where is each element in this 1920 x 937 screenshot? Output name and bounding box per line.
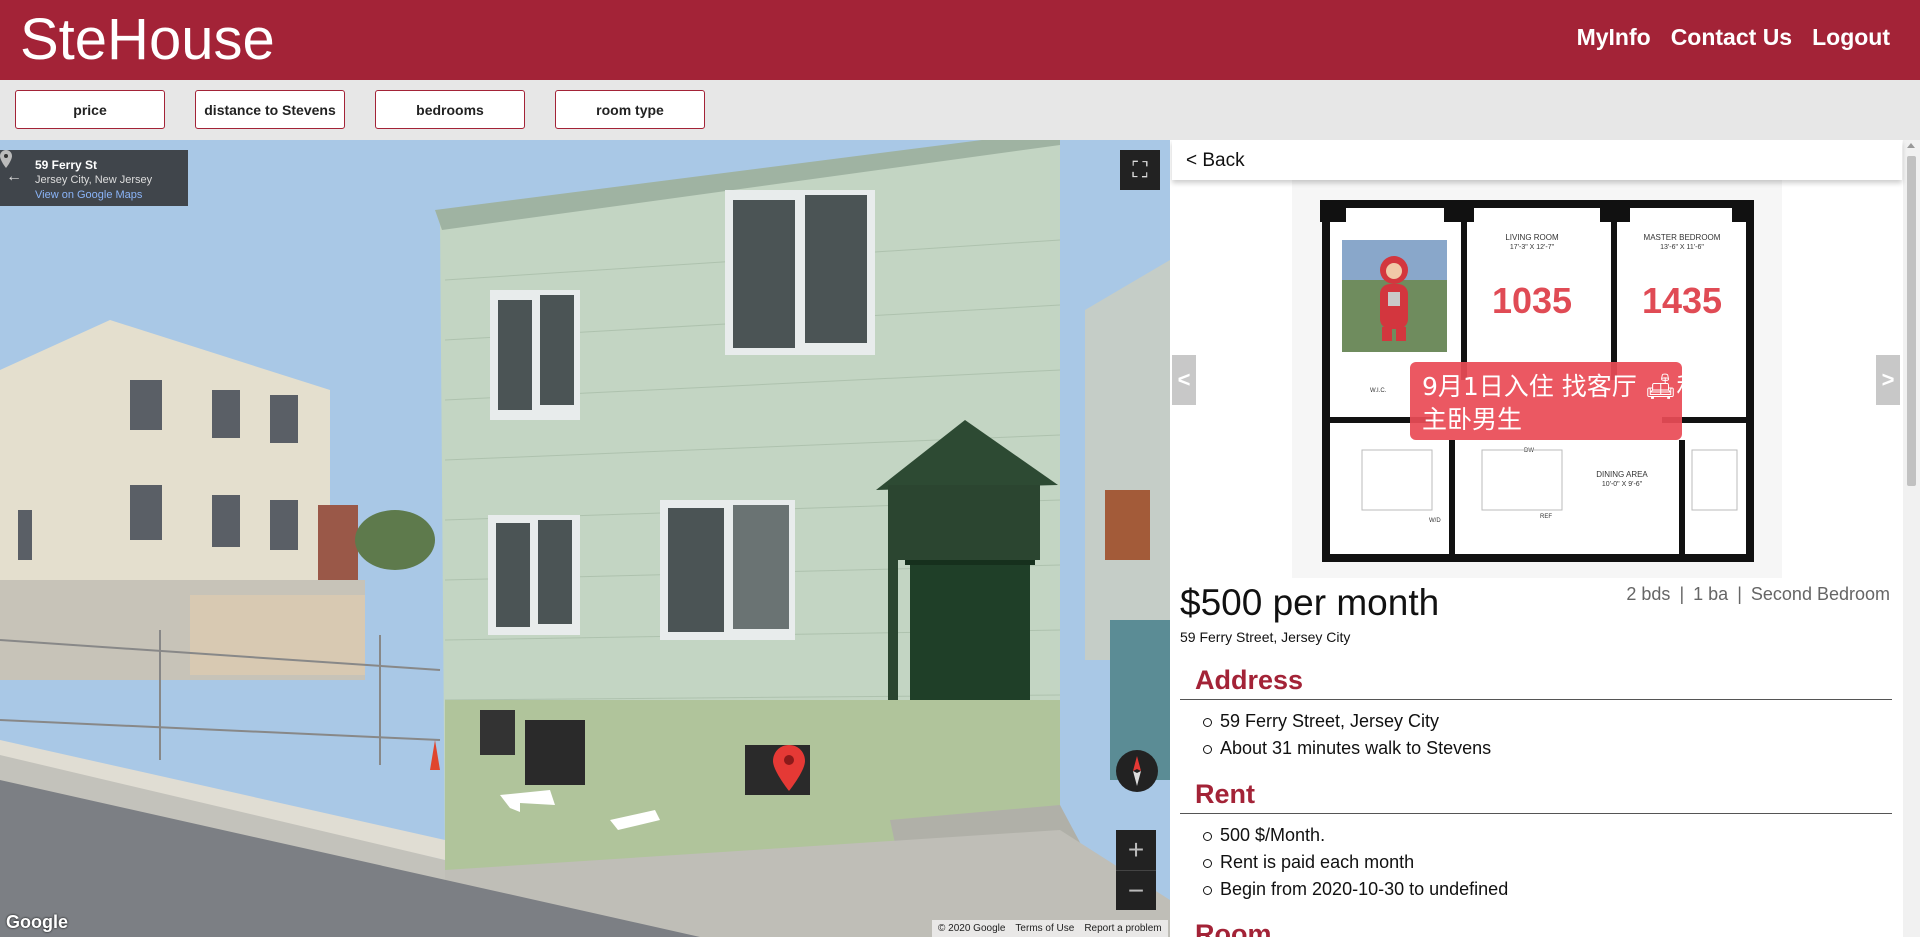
fp-wd-label: W/D [1429,518,1441,524]
carousel-next-button[interactable]: > [1876,355,1900,405]
meta-separator: | [1737,584,1742,604]
section-divider [1180,699,1892,700]
filter-distance-button[interactable]: distance to Stevens [195,90,345,129]
beds-count: 2 bds [1626,584,1671,604]
terms-of-use-link[interactable]: Terms of Use [1015,923,1074,934]
fp-banner-line1: 9月1日入住 找客厅 🛋和 [1422,372,1701,401]
scrollbar-thumb[interactable] [1907,156,1916,486]
back-link[interactable]: < Back [1186,150,1245,172]
floorplan-image[interactable]: LIVING ROOM 17'-3" X 12'-7" MASTER BEDRO… [1292,180,1782,578]
fp-master-label: MASTER BEDROOM [1644,233,1721,242]
google-logo: Google [6,912,68,932]
listing-price: $500 per month [1180,582,1440,623]
fp-master-dims: 13'-6" X 11'-6" [1660,244,1704,251]
fp-wic-label: W.I.C. [1370,388,1387,394]
section-divider [1180,813,1892,814]
street-view-footer: © 2020 Google Terms of Use Report a prob… [932,920,1168,937]
nav-myinfo-link[interactable]: MyInfo [1577,24,1651,51]
baths-count: 1 ba [1693,584,1729,604]
fp-dining-label: DINING AREA [1596,470,1648,479]
fp-ref-label: REF [1540,514,1552,520]
street-name: 59 Ferry St [35,158,98,172]
section-address-heading: Address [1195,665,1304,695]
fp-price-1035: 1035 [1492,280,1572,321]
fp-living-dims: 17'-3" X 12'-7" [1510,244,1555,251]
fp-dw-label: DW [1524,448,1534,454]
city-name: Jersey City, New Jersey [35,174,153,186]
nav-contact-link[interactable]: Contact Us [1671,24,1792,51]
address-item: 59 Ferry Street, Jersey City [1202,711,1440,731]
fp-banner-line2: 主卧男生 [1422,405,1522,434]
street-view-image[interactable] [0,140,1170,937]
back-arrow-icon[interactable]: ← [6,168,22,186]
nav-logout-link[interactable]: Logout [1812,24,1890,51]
street-view-info-box: ← 59 Ferry St Jersey City, New Jersey Vi… [0,150,188,206]
view-on-google-maps-link[interactable]: View on Google Maps [35,189,142,201]
zoom-out-button[interactable]: − [1116,870,1156,910]
fp-dining-dims: 10'-0" X 9'-6" [1602,481,1643,488]
listing-subaddress: 59 Ferry Street, Jersey City [1180,629,1351,645]
copyright-text: © 2020 Google [938,923,1006,934]
back-bar: < Back [1172,140,1902,180]
rent-amount-item: 500 $/Month. [1202,825,1326,845]
top-header: SteHouse MyInfo Contact Us Logout [0,0,1920,80]
filter-bedrooms-button[interactable]: bedrooms [375,90,525,129]
rent-frequency-item: Rent is paid each month [1202,852,1415,872]
section-rent-heading: Rent [1195,779,1255,809]
section-room-heading: Room [1195,919,1272,937]
fp-living-room-label: LIVING ROOM [1505,233,1559,242]
filter-room-type-button[interactable]: room type [555,90,705,129]
distance-item: About 31 minutes walk to Stevens [1202,738,1492,758]
map-pin-icon[interactable] [0,150,12,168]
filter-price-button[interactable]: price [15,90,165,129]
zoom-in-button[interactable]: + [1116,830,1156,870]
report-problem-link[interactable]: Report a problem [1084,923,1161,934]
site-logo[interactable]: SteHouse [20,4,275,76]
rent-period-item: Begin from 2020-10-30 to undefined [1202,879,1509,899]
top-nav: MyInfo Contact Us Logout [1577,24,1890,51]
room-type: Second Bedroom [1750,584,1890,604]
compass-icon[interactable] [1116,750,1158,792]
street-view-panel[interactable]: ← 59 Ferry St Jersey City, New Jersey Vi… [0,140,1170,937]
filter-bar: price distance to Stevens bedrooms room … [0,80,1920,140]
fp-price-1435: 1435 [1642,280,1722,321]
listing-panel: < Back < > LIVING ROOM 17'-3" X 12'-7" M… [1170,140,1920,937]
meta-separator: | [1679,584,1685,604]
fullscreen-icon[interactable]: ⛶ [1120,150,1160,190]
listing-meta: 2 bds | 1 ba | Second Bedroom [1624,584,1892,605]
panel-scrollbar[interactable] [1903,140,1920,937]
scroll-up-arrow-icon[interactable] [1907,143,1915,148]
carousel-prev-button[interactable]: < [1172,355,1196,405]
